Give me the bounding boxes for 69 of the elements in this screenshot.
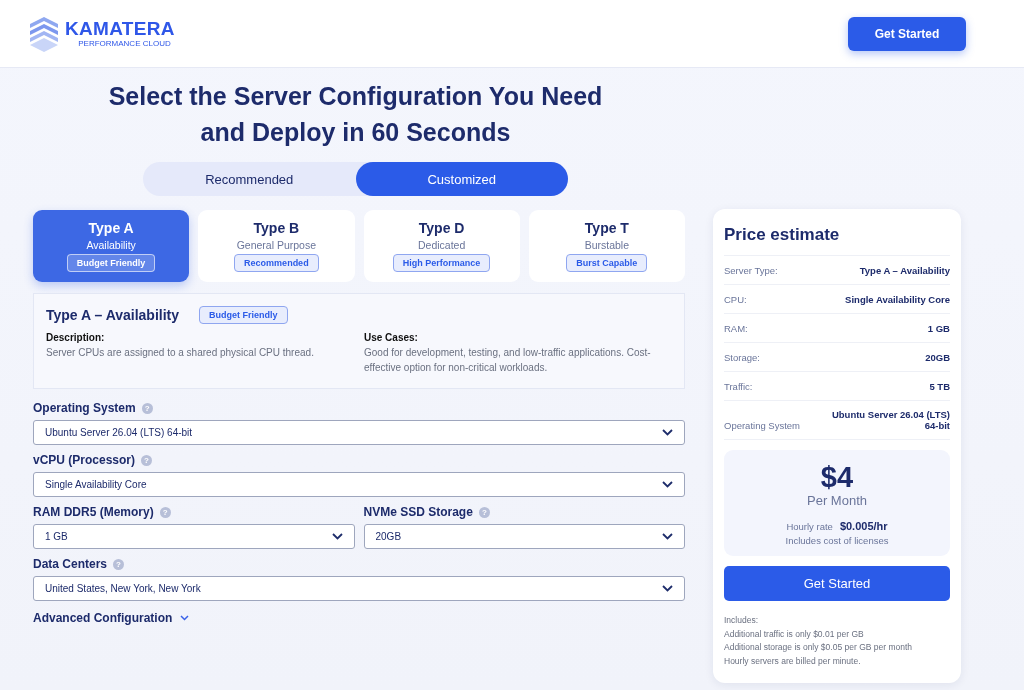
estimate-label: CPU: xyxy=(724,294,747,305)
estimate-title: Price estimate xyxy=(724,225,950,256)
includes-note: Includes: xyxy=(724,614,760,627)
field-label: Operating System xyxy=(33,401,136,415)
select-field[interactable]: United States, New York, New York xyxy=(33,576,685,601)
estimate-label: Operating System xyxy=(724,420,801,431)
logo-wordmark: KAMATERA xyxy=(65,18,175,39)
select-field[interactable]: 20GB xyxy=(363,524,685,549)
details-badge: Budget Friendly xyxy=(199,306,288,324)
chevron-down-icon xyxy=(331,533,343,540)
price: $4 xyxy=(820,460,854,493)
estimate-value: Single Availability Core xyxy=(844,294,950,305)
price-period: Per Month xyxy=(807,492,867,508)
type-name: Type B xyxy=(253,220,300,236)
field-label: RAM DDR5 (Memory) xyxy=(33,505,154,519)
chevron-down-icon xyxy=(662,481,673,488)
details-text: Server CPUs are assigned to a shared physical CPU thread. xyxy=(46,346,315,360)
includes-note: Additional traffic is only $0.01 per GB xyxy=(724,627,865,641)
includes-note: Hourly servers are billed per minute. xyxy=(724,654,862,668)
hourly-value: $0.005/hr xyxy=(839,519,888,532)
page-title: Select the Server Configuration You Need and Deploy in 60 Seconds xyxy=(107,81,604,148)
estimate-value: 5 TB xyxy=(928,381,950,392)
chevron-down-icon xyxy=(662,429,673,436)
server-type-card[interactable]: Type A Availability Budget Friendly xyxy=(33,210,190,282)
select-field[interactable]: Ubuntu Server 26.04 (LTS) 64-bit xyxy=(33,420,685,445)
hourly-label: Hourly rate xyxy=(786,520,833,532)
chevron-down-icon xyxy=(180,615,190,621)
advanced-configuration-toggle[interactable]: Advanced Configuration xyxy=(33,611,190,625)
type-name: Type D xyxy=(418,220,465,236)
estimate-value: 20GB xyxy=(924,352,950,363)
type-name: Type T xyxy=(584,220,629,236)
field-label: NVMe SSD Storage xyxy=(363,505,473,519)
type-badge: Burst Capable xyxy=(566,254,648,272)
chevron-down-icon xyxy=(662,533,673,540)
estimate-value: 1 GB xyxy=(926,323,950,334)
server-type-card[interactable]: Type T Burstable Burst Capable xyxy=(528,210,685,282)
select-field[interactable]: Single Availability Core xyxy=(33,472,685,497)
estimate-label: Storage: xyxy=(724,352,760,363)
server-type-card[interactable]: Type B General Purpose Recommended xyxy=(198,210,355,282)
type-subtitle: General Purpose xyxy=(236,239,317,251)
details-heading: Use Cases: xyxy=(364,332,419,343)
get-started-button[interactable]: Get Started xyxy=(848,16,966,51)
type-subtitle: Burstable xyxy=(584,239,630,251)
logo-icon xyxy=(29,14,59,53)
details-title: Type A – Availability xyxy=(46,307,180,323)
mode-tab[interactable]: Recommended xyxy=(143,162,356,196)
select-field[interactable]: 1 GB xyxy=(33,524,355,549)
mode-tab[interactable]: Customized xyxy=(355,162,568,196)
chevron-down-icon xyxy=(662,585,673,592)
details-text: Good for development, testing, and low-traffic applications. Cost-effective option for non-critical workloads. xyxy=(364,346,652,375)
licenses-note: Includes cost of licenses xyxy=(785,534,889,546)
estimate-label: Server Type: xyxy=(724,265,778,276)
logo-tagline: PERFORMANCE CLOUD xyxy=(78,39,171,49)
type-subtitle: Availability xyxy=(86,239,136,251)
details-heading: Description: xyxy=(46,332,106,343)
type-subtitle: Dedicated xyxy=(418,239,466,251)
estimate-value: Type A – Availability xyxy=(858,265,950,276)
includes-note: Additional storage is only $0.05 per GB per month xyxy=(724,641,914,654)
type-badge: Recommended xyxy=(234,254,319,272)
estimate-label: RAM: xyxy=(724,323,748,334)
field-label: Data Centers xyxy=(33,557,108,571)
type-name: Type A xyxy=(88,220,134,236)
get-started-button[interactable]: Get Started xyxy=(724,566,950,601)
estimate-label: Traffic: xyxy=(724,381,753,392)
type-badge: Budget Friendly xyxy=(66,254,156,272)
server-type-card[interactable]: Type D Dedicated High Performance xyxy=(363,210,520,282)
type-badge: High Performance xyxy=(392,254,491,272)
field-label: vCPU (Processor) xyxy=(33,453,136,467)
estimate-value: Ubuntu Server 26.04 (LTS) 64-bit xyxy=(830,409,950,431)
